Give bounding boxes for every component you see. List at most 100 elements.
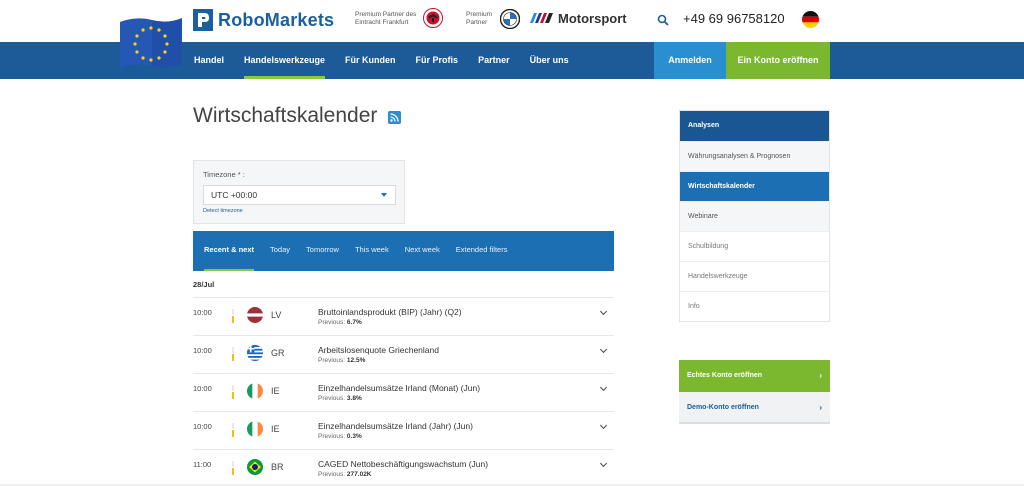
chevron-down-icon[interactable] <box>599 345 608 354</box>
event-name: Bruttoinlandsprodukt (BIP) (Jahr) (Q2) <box>318 307 462 317</box>
demo-account-label: Demo-Konto eröffnen <box>687 404 759 411</box>
sidebar-menu: Analysen Währungsanalysen & Prognosen Wi… <box>679 110 830 322</box>
robomarkets-logo[interactable]: RoboMarkets <box>193 8 334 32</box>
timezone-selected-value: UTC +00:00 <box>211 190 258 200</box>
event-country: LV <box>271 310 282 320</box>
sidebar-item-info[interactable]: Info <box>680 291 829 321</box>
robomarkets-logo-icon <box>193 9 213 31</box>
timezone-panel: Timezone * : UTC +00:00 Detect timezone <box>193 160 405 224</box>
previous-label: Previous: <box>318 433 346 440</box>
event-previous: Previous: 12.5% <box>318 357 365 364</box>
sidebar-item-waehrungsanalysen[interactable]: Währungsanalysen & Prognosen <box>680 141 829 171</box>
eu-flag-icon <box>120 18 182 68</box>
m-motorsport-stripes-icon <box>530 13 553 23</box>
sidebar-item-analysen[interactable]: Analysen <box>680 111 829 141</box>
tab-extended-filters[interactable]: Extended filters <box>448 231 516 271</box>
previous-value: 12.5% <box>346 357 366 364</box>
demo-account-button[interactable]: Demo-Konto eröffnen › <box>679 392 830 424</box>
event-time: 10:00 <box>193 346 212 355</box>
previous-label: Previous: <box>318 357 346 364</box>
event-row[interactable]: 10:00 LV Bruttoinlandsprodukt (BIP) (Jah… <box>193 297 614 335</box>
login-button[interactable]: Anmelden <box>654 42 726 79</box>
calendar-date: 28/Jul <box>193 280 215 289</box>
importance-indicator <box>232 423 234 437</box>
page-title: Wirtschaftskalender <box>193 104 378 127</box>
nav-item-handel[interactable]: Handel <box>193 42 234 79</box>
chevron-right-icon: › <box>819 371 822 380</box>
importance-indicator <box>232 385 234 399</box>
chevron-down-icon[interactable] <box>599 383 608 392</box>
chevron-down-icon[interactable] <box>599 459 608 468</box>
nav-item-ueber-uns[interactable]: Über uns <box>520 42 579 79</box>
ireland-flag-icon <box>247 383 263 399</box>
brazil-flag-icon <box>247 459 263 475</box>
chevron-down-icon[interactable] <box>599 307 608 316</box>
partner-eintracht-text: Premium Partner des Eintracht Frankfurt <box>355 11 417 26</box>
timezone-label: Timezone * : <box>203 170 245 179</box>
phone-number[interactable]: +49 69 96758120 <box>683 11 785 26</box>
chevron-down-icon[interactable] <box>599 421 608 430</box>
tab-next-week[interactable]: Next week <box>397 231 448 271</box>
top-header: RoboMarkets Premium Partner des Eintrach… <box>0 0 1024 68</box>
caret-down-icon <box>381 193 387 197</box>
rss-icon[interactable] <box>388 111 401 124</box>
event-row[interactable]: 10:00 GR Arbeitslosenquote Griechenland … <box>193 335 614 373</box>
nav-menu: Handel Handelswerkzeuge Für Kunden Für P… <box>193 42 579 79</box>
event-previous: Previous: 6.7% <box>318 319 362 326</box>
event-country: GR <box>271 348 285 358</box>
timezone-select[interactable]: UTC +00:00 <box>203 185 396 205</box>
previous-value: 277.02K <box>346 471 372 478</box>
sidebar-item-schulbildung[interactable]: Schulbildung <box>680 231 829 261</box>
importance-indicator <box>232 461 234 475</box>
event-name: Einzelhandelsumsätze Irland (Monat) (Jun… <box>318 383 481 393</box>
sidebar-item-handelswerkzeuge[interactable]: Handelswerkzeuge <box>680 261 829 291</box>
german-flag-icon[interactable] <box>802 11 819 28</box>
event-name: Arbeitslosenquote Griechenland <box>318 345 439 355</box>
event-previous: Previous: 0.3% <box>318 433 362 440</box>
event-time: 10:00 <box>193 422 212 431</box>
greece-flag-icon <box>247 345 263 361</box>
nav-item-fuer-profis[interactable]: Für Profis <box>406 42 469 79</box>
search-icon[interactable] <box>657 14 669 26</box>
event-country: BR <box>271 462 284 472</box>
calendar-tabs: Recent & next Today Tomorrow This week N… <box>193 231 614 271</box>
event-name: Einzelhandelsumsätze Irland (Jahr) (Jun) <box>318 421 473 431</box>
importance-indicator <box>232 347 234 361</box>
eintracht-frankfurt-logo-icon[interactable] <box>423 8 443 28</box>
detect-timezone-link[interactable]: Detect timezone <box>203 208 243 214</box>
nav-item-fuer-kunden[interactable]: Für Kunden <box>335 42 406 79</box>
event-previous: Previous: 277.02K <box>318 471 372 478</box>
previous-label: Previous: <box>318 319 346 326</box>
nav-item-partner[interactable]: Partner <box>468 42 520 79</box>
sidebar-item-wirtschaftskalender[interactable]: Wirtschaftskalender <box>680 171 829 201</box>
event-name: CAGED Nettobeschäftigungswachstum (Jun) <box>318 459 489 469</box>
event-time: 10:00 <box>193 384 212 393</box>
sidebar-item-webinare[interactable]: Webinare <box>680 201 829 231</box>
event-country: IE <box>271 424 280 434</box>
event-time: 10:00 <box>193 308 212 317</box>
event-row[interactable]: 10:00 IE Einzelhandelsumsätze Irland (Ja… <box>193 411 614 449</box>
latvia-flag-icon <box>247 307 263 323</box>
previous-label: Previous: <box>318 395 346 402</box>
partner-bmw-text: Premium Partner <box>466 11 493 26</box>
importance-indicator <box>232 309 234 323</box>
event-row[interactable]: 11:00 BR CAGED Nettobeschäftigungswachst… <box>193 449 614 486</box>
event-previous: Previous: 3.8% <box>318 395 362 402</box>
tab-this-week[interactable]: This week <box>347 231 397 271</box>
bmw-logo-icon[interactable] <box>500 9 520 29</box>
tab-today[interactable]: Today <box>262 231 298 271</box>
event-row[interactable]: 10:00 IE Einzelhandelsumsätze Irland (Mo… <box>193 373 614 411</box>
event-country: IE <box>271 386 280 396</box>
logo-text: RoboMarkets <box>218 9 335 30</box>
nav-item-handelswerkzeuge[interactable]: Handelswerkzeuge <box>234 42 335 79</box>
real-account-label: Echtes Konto eröffnen <box>687 372 763 379</box>
event-time: 11:00 <box>193 460 212 469</box>
account-cta-box: Echtes Konto eröffnen › Demo-Konto eröff… <box>679 360 830 424</box>
previous-value: 6.7% <box>346 319 362 326</box>
real-account-button[interactable]: Echtes Konto eröffnen › <box>679 360 830 392</box>
previous-label: Previous: <box>318 471 346 478</box>
previous-value: 0.3% <box>346 433 362 440</box>
open-account-button[interactable]: Ein Konto eröffnen <box>726 42 830 79</box>
tab-tomorrow[interactable]: Tomorrow <box>298 231 347 271</box>
tab-recent-next[interactable]: Recent & next <box>193 231 262 271</box>
